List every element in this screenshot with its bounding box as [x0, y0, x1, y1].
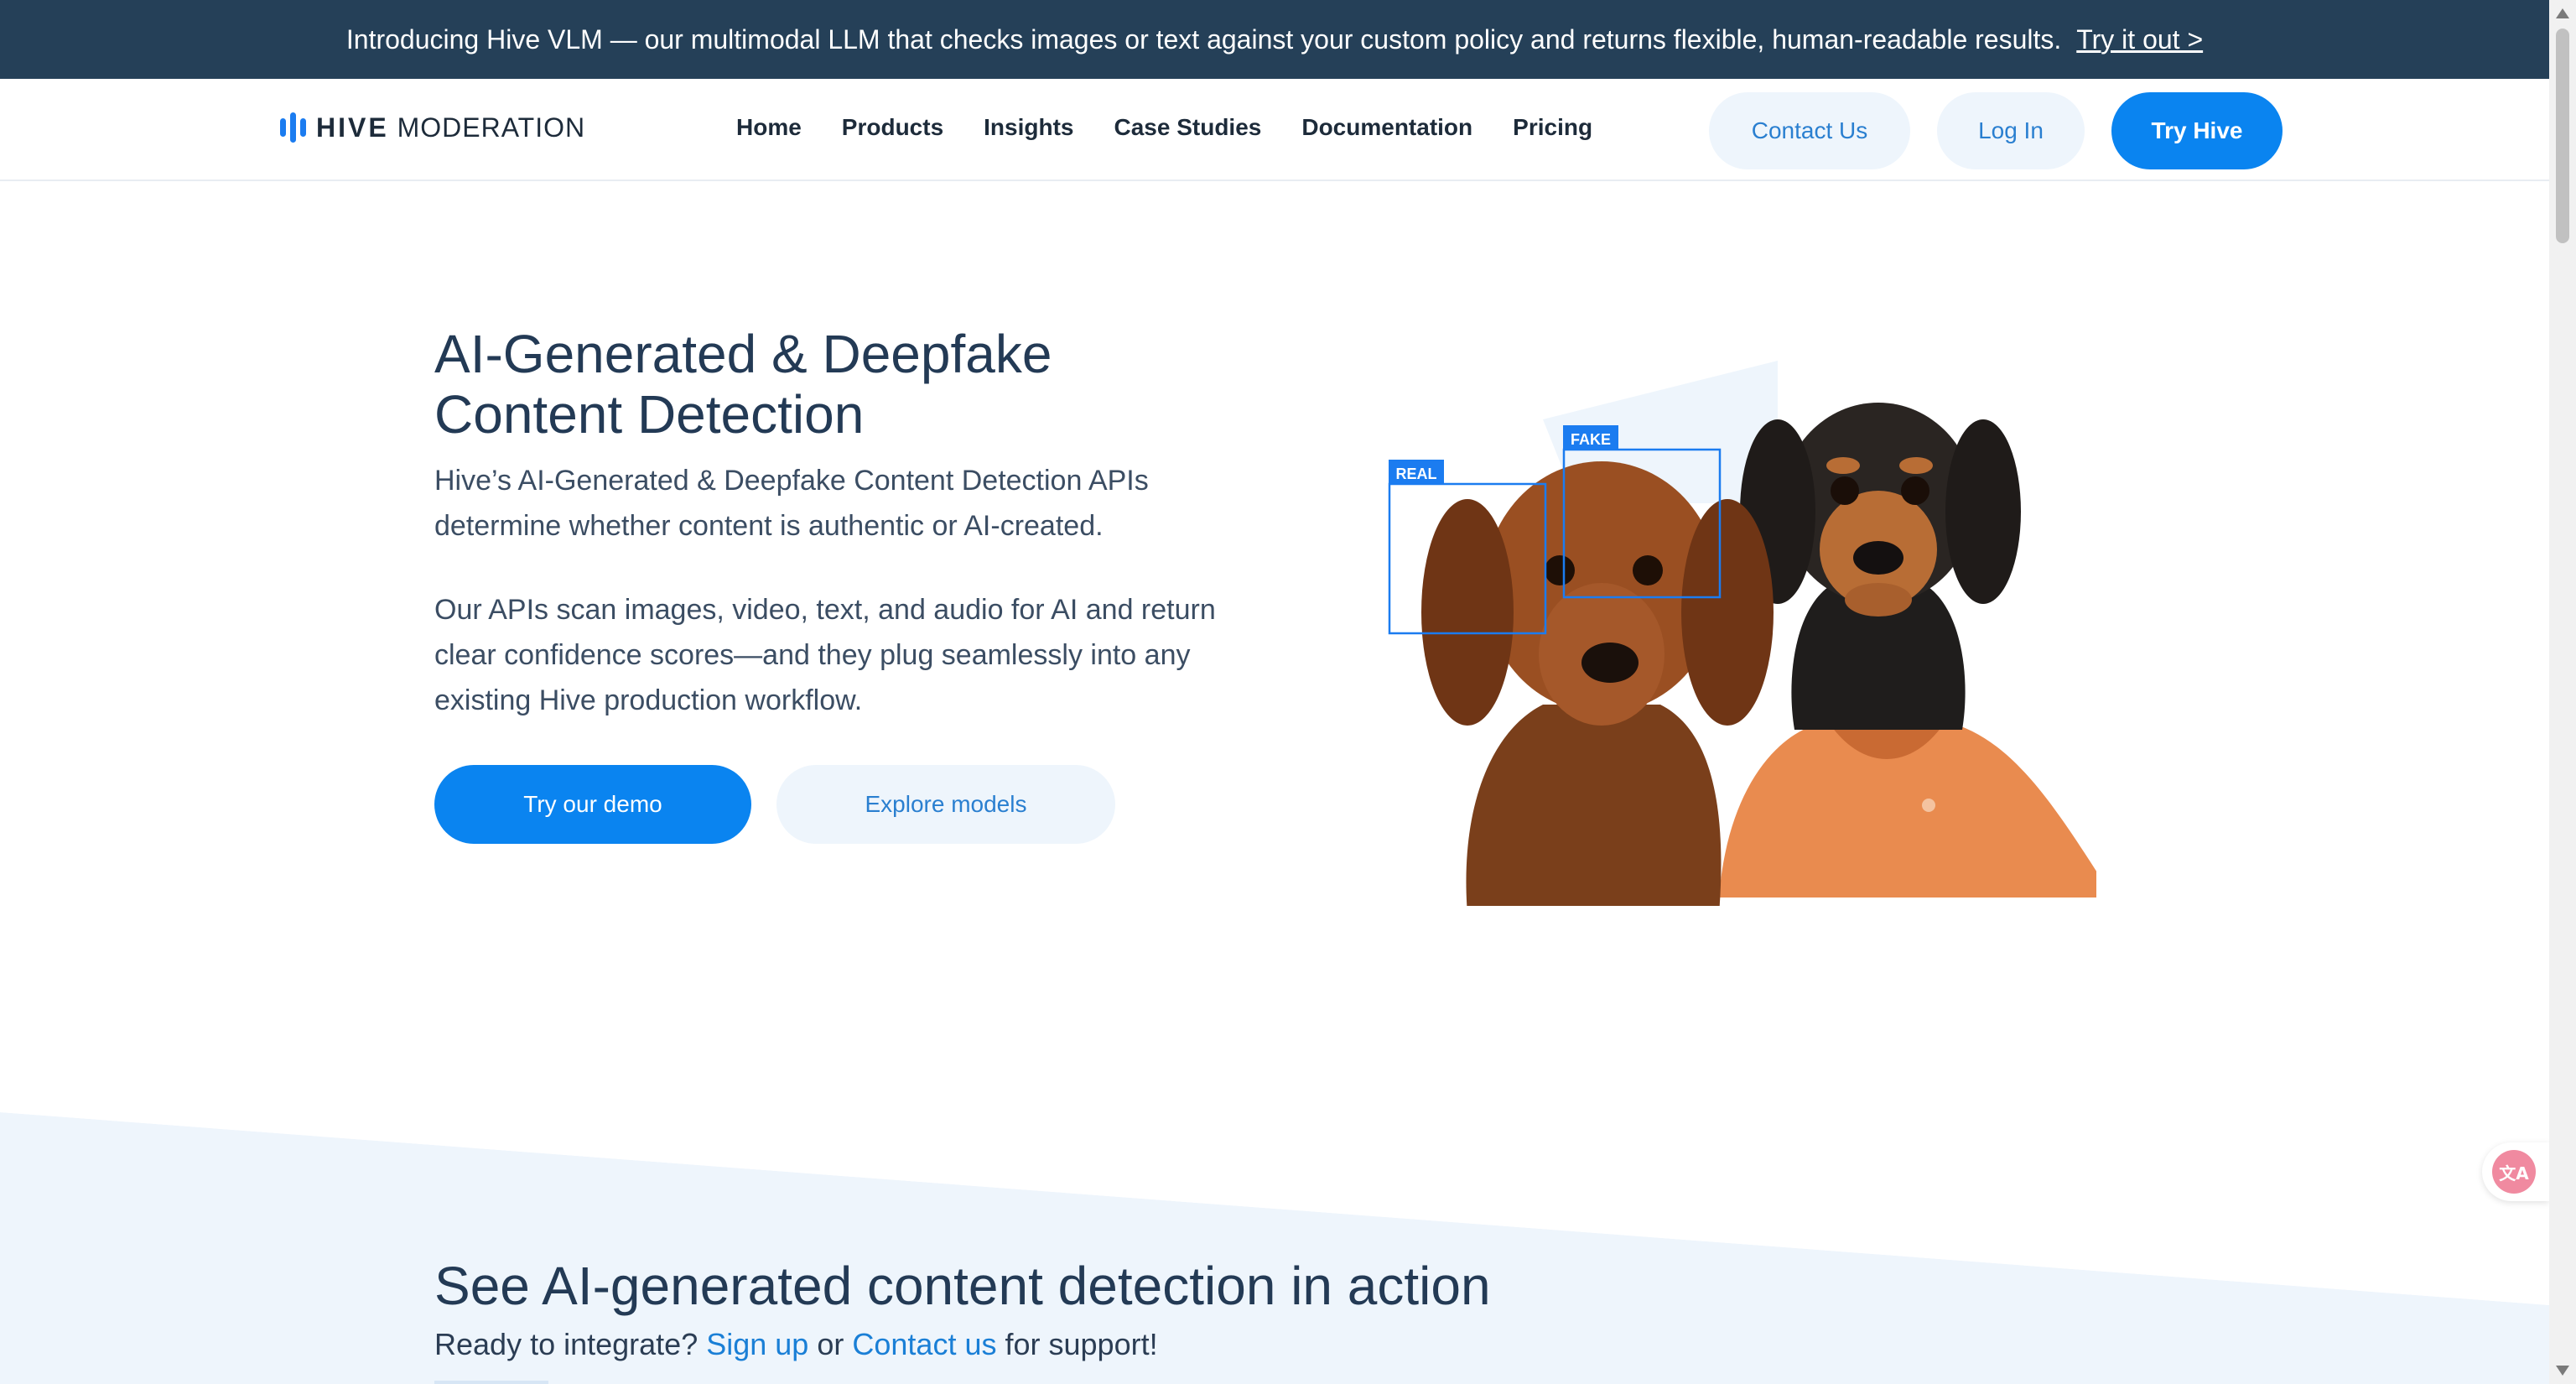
sign-up-link[interactable]: Sign up — [706, 1327, 808, 1361]
hero-title: AI-Generated & Deepfake Content Detectio… — [434, 324, 1052, 445]
hive-logo-icon — [280, 111, 306, 144]
nav-pricing[interactable]: Pricing — [1513, 114, 1592, 141]
hero-illustration: REAL FAKE — [1388, 361, 2096, 906]
fake-label: FAKE — [1571, 431, 1611, 448]
section-divider — [434, 1381, 548, 1384]
main-nav: Home Products Insights Case Studies Docu… — [736, 114, 1592, 141]
nav-insights[interactable]: Insights — [984, 114, 1073, 141]
section-sub-suffix: for support! — [1005, 1327, 1158, 1361]
site-header: HIVE MODERATION Home Products Insights C… — [0, 79, 2549, 181]
page: Introducing Hive VLM — our multimodal LL… — [0, 0, 2576, 1384]
announcement-link[interactable]: Try it out > — [2076, 24, 2203, 55]
scrollbar[interactable] — [2549, 0, 2576, 1384]
section-sub-prefix: Ready to integrate? — [434, 1327, 699, 1361]
logo[interactable]: HIVE MODERATION — [280, 111, 585, 144]
announcement-text: Introducing Hive VLM — our multimodal LL… — [345, 23, 2062, 55]
nav-case-studies[interactable]: Case Studies — [1114, 114, 1262, 141]
try-hive-button[interactable]: Try Hive — [2111, 92, 2283, 169]
contact-us-button[interactable]: Contact Us — [1709, 92, 1910, 169]
section-background — [0, 1087, 2549, 1384]
nav-documentation[interactable]: Documentation — [1301, 114, 1472, 141]
scroll-up-arrow-icon[interactable] — [2556, 8, 2569, 18]
hero-description-2: Our APIs scan images, video, text, and a… — [434, 594, 1216, 716]
logo-light: MODERATION — [397, 112, 586, 143]
section-sub-or: or — [817, 1327, 844, 1361]
hero-title-line2: Content Detection — [434, 384, 865, 445]
announcement-bar: Introducing Hive VLM — our multimodal LL… — [0, 0, 2549, 79]
logo-text: HIVE MODERATION — [316, 112, 585, 143]
explore-models-button[interactable]: Explore models — [776, 765, 1115, 844]
translate-icon[interactable]: 文A — [2492, 1150, 2536, 1194]
section-subtitle: Ready to integrate? Sign up or Contact u… — [434, 1327, 1158, 1362]
section-title: See AI-generated content detection in ac… — [434, 1256, 1491, 1316]
hero-title-line1: AI-Generated & Deepfake — [434, 324, 1052, 384]
nav-home[interactable]: Home — [736, 114, 802, 141]
log-in-button[interactable]: Log In — [1937, 92, 2085, 169]
real-label: REAL — [1396, 466, 1437, 482]
try-demo-button[interactable]: Try our demo — [434, 765, 751, 844]
logo-bold: HIVE — [316, 112, 389, 143]
fake-dog-image — [1719, 403, 2096, 898]
scrollbar-thumb[interactable] — [2556, 29, 2569, 243]
translate-widget[interactable]: 文A — [2482, 1142, 2549, 1201]
scroll-down-arrow-icon[interactable] — [2556, 1366, 2569, 1376]
nav-products[interactable]: Products — [842, 114, 943, 141]
hero-description: Hive’s AI-Generated & Deepfake Content D… — [434, 465, 1149, 542]
contact-us-link[interactable]: Contact us — [852, 1327, 996, 1361]
